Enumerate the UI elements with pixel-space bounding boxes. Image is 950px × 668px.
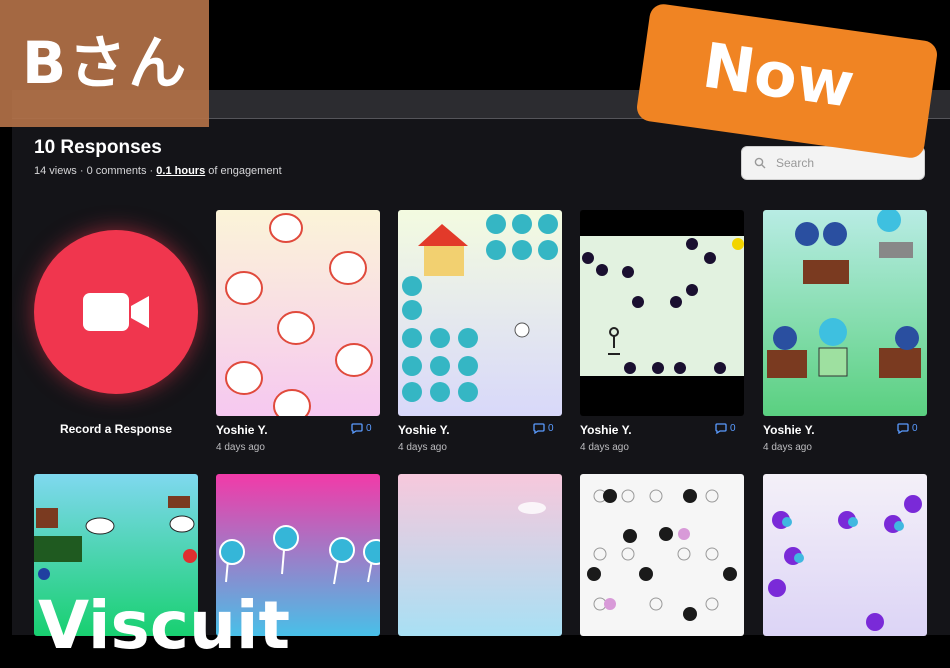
video-camera-icon xyxy=(83,293,149,331)
response-time: 4 days ago xyxy=(763,442,812,453)
response-thumbnail-3[interactable] xyxy=(580,210,744,416)
comment-count: 0 xyxy=(730,423,736,434)
status-tag-label: Now xyxy=(698,28,859,122)
separator: · xyxy=(76,165,87,177)
drawing-thumbnail xyxy=(580,210,744,416)
response-thumbnail-8[interactable] xyxy=(580,474,744,636)
comment-bubble-icon xyxy=(533,423,545,434)
comment-bubble-icon xyxy=(715,423,727,434)
search-input[interactable] xyxy=(774,155,908,171)
engagement-stats: 14 views · 0 comments · 0.1 hours of eng… xyxy=(34,165,282,177)
response-author[interactable]: Yoshie Y. xyxy=(216,423,268,437)
response-thumbnail-7[interactable] xyxy=(398,474,562,636)
comment-count: 0 xyxy=(548,423,554,434)
comment-bubble-icon xyxy=(351,423,363,434)
search-icon xyxy=(754,157,766,169)
comment-count-button[interactable]: 0 xyxy=(533,423,554,434)
comment-count-button[interactable]: 0 xyxy=(715,423,736,434)
comment-count-button[interactable]: 0 xyxy=(351,423,372,434)
comment-count: 0 xyxy=(366,423,372,434)
record-response-button[interactable] xyxy=(34,230,198,394)
response-author[interactable]: Yoshie Y. xyxy=(398,423,450,437)
response-thumbnail-1[interactable] xyxy=(216,210,380,416)
response-thumbnail-9[interactable] xyxy=(763,474,927,636)
response-thumbnail-2[interactable] xyxy=(398,210,562,416)
user-tag-label: Bさん xyxy=(22,29,189,97)
comment-bubble-icon xyxy=(897,423,909,434)
drawing-thumbnail xyxy=(216,210,380,416)
drawing-thumbnail xyxy=(580,474,744,636)
views-count: 14 views xyxy=(34,165,77,177)
responses-title: 10 Responses xyxy=(34,137,162,158)
response-time: 4 days ago xyxy=(216,442,265,453)
response-author[interactable]: Yoshie Y. xyxy=(580,423,632,437)
engagement-suffix: of engagement xyxy=(205,165,282,177)
response-time: 4 days ago xyxy=(580,442,629,453)
drawing-thumbnail xyxy=(398,474,562,636)
record-response-label: Record a Response xyxy=(59,422,173,436)
drawing-thumbnail xyxy=(763,474,927,636)
engagement-hours-link[interactable]: 0.1 hours xyxy=(156,165,205,177)
drawing-thumbnail xyxy=(763,210,927,416)
comments-count: 0 comments xyxy=(86,165,147,177)
separator: · xyxy=(146,165,157,177)
app-name-overlay: Viscuit xyxy=(38,587,291,664)
comment-count: 0 xyxy=(912,423,918,434)
response-time: 4 days ago xyxy=(398,442,447,453)
user-tag: Bさん xyxy=(0,0,209,127)
response-author[interactable]: Yoshie Y. xyxy=(763,423,815,437)
drawing-thumbnail xyxy=(398,210,562,416)
response-thumbnail-4[interactable] xyxy=(763,210,927,416)
comment-count-button[interactable]: 0 xyxy=(897,423,918,434)
